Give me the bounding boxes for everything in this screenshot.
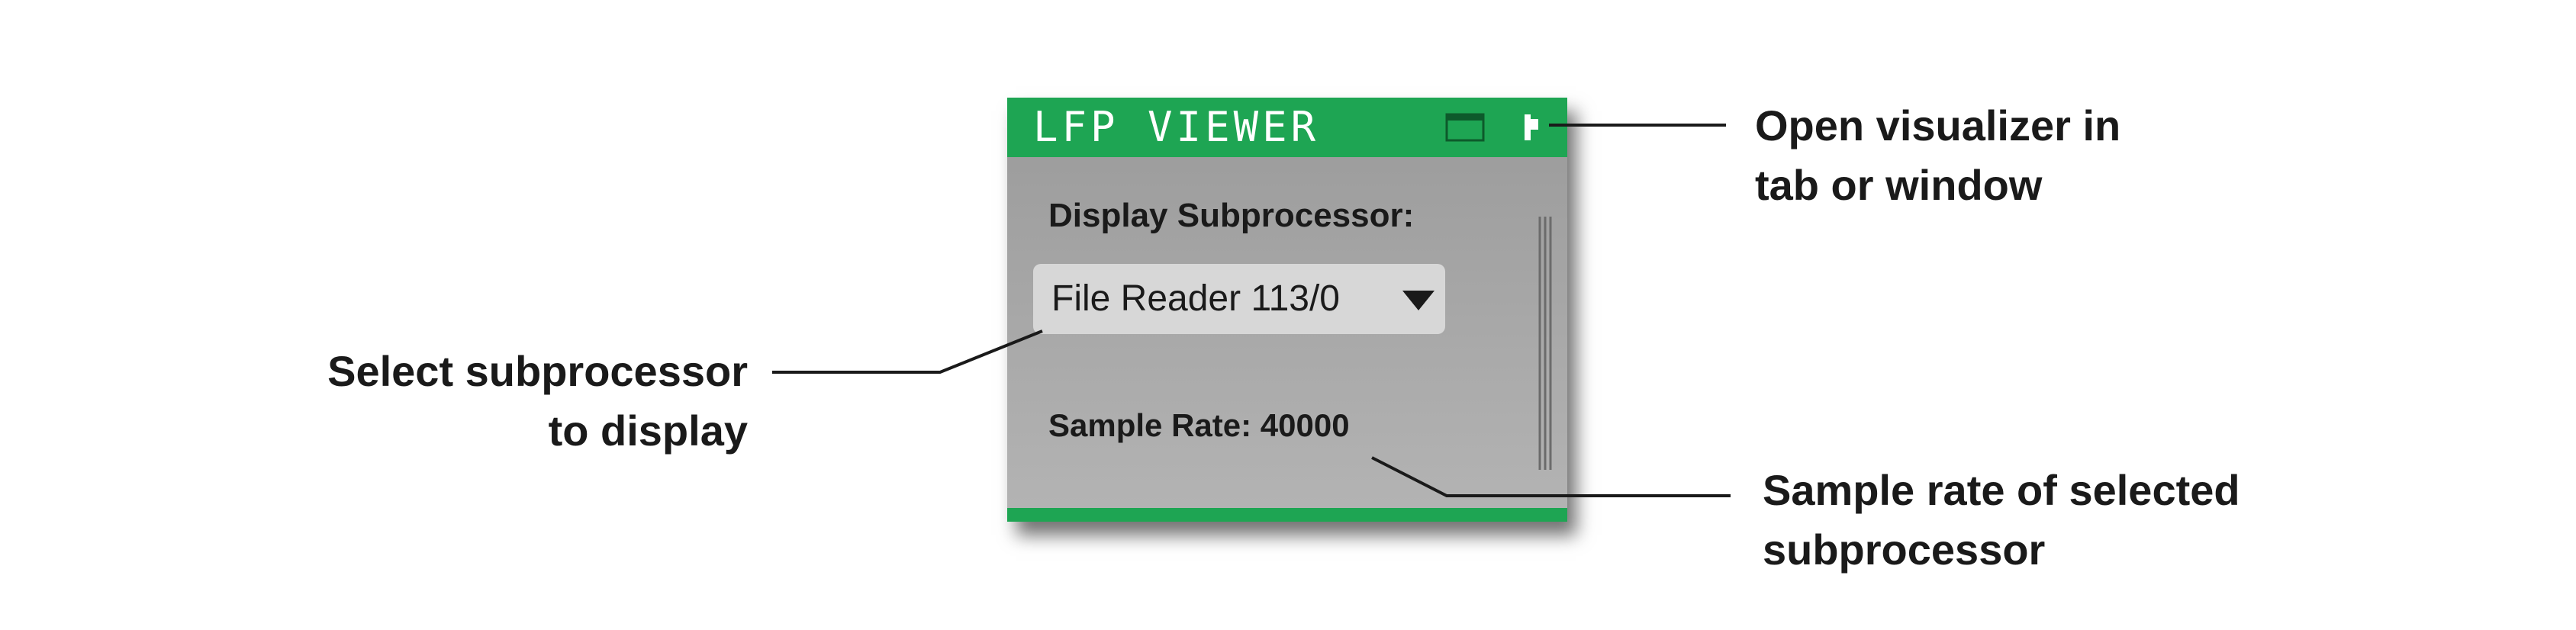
leader-lines: [772, 124, 1731, 497]
leader-line-select-subprocessor: [772, 329, 1043, 374]
leader-line-sample-rate: [1371, 456, 1731, 497]
